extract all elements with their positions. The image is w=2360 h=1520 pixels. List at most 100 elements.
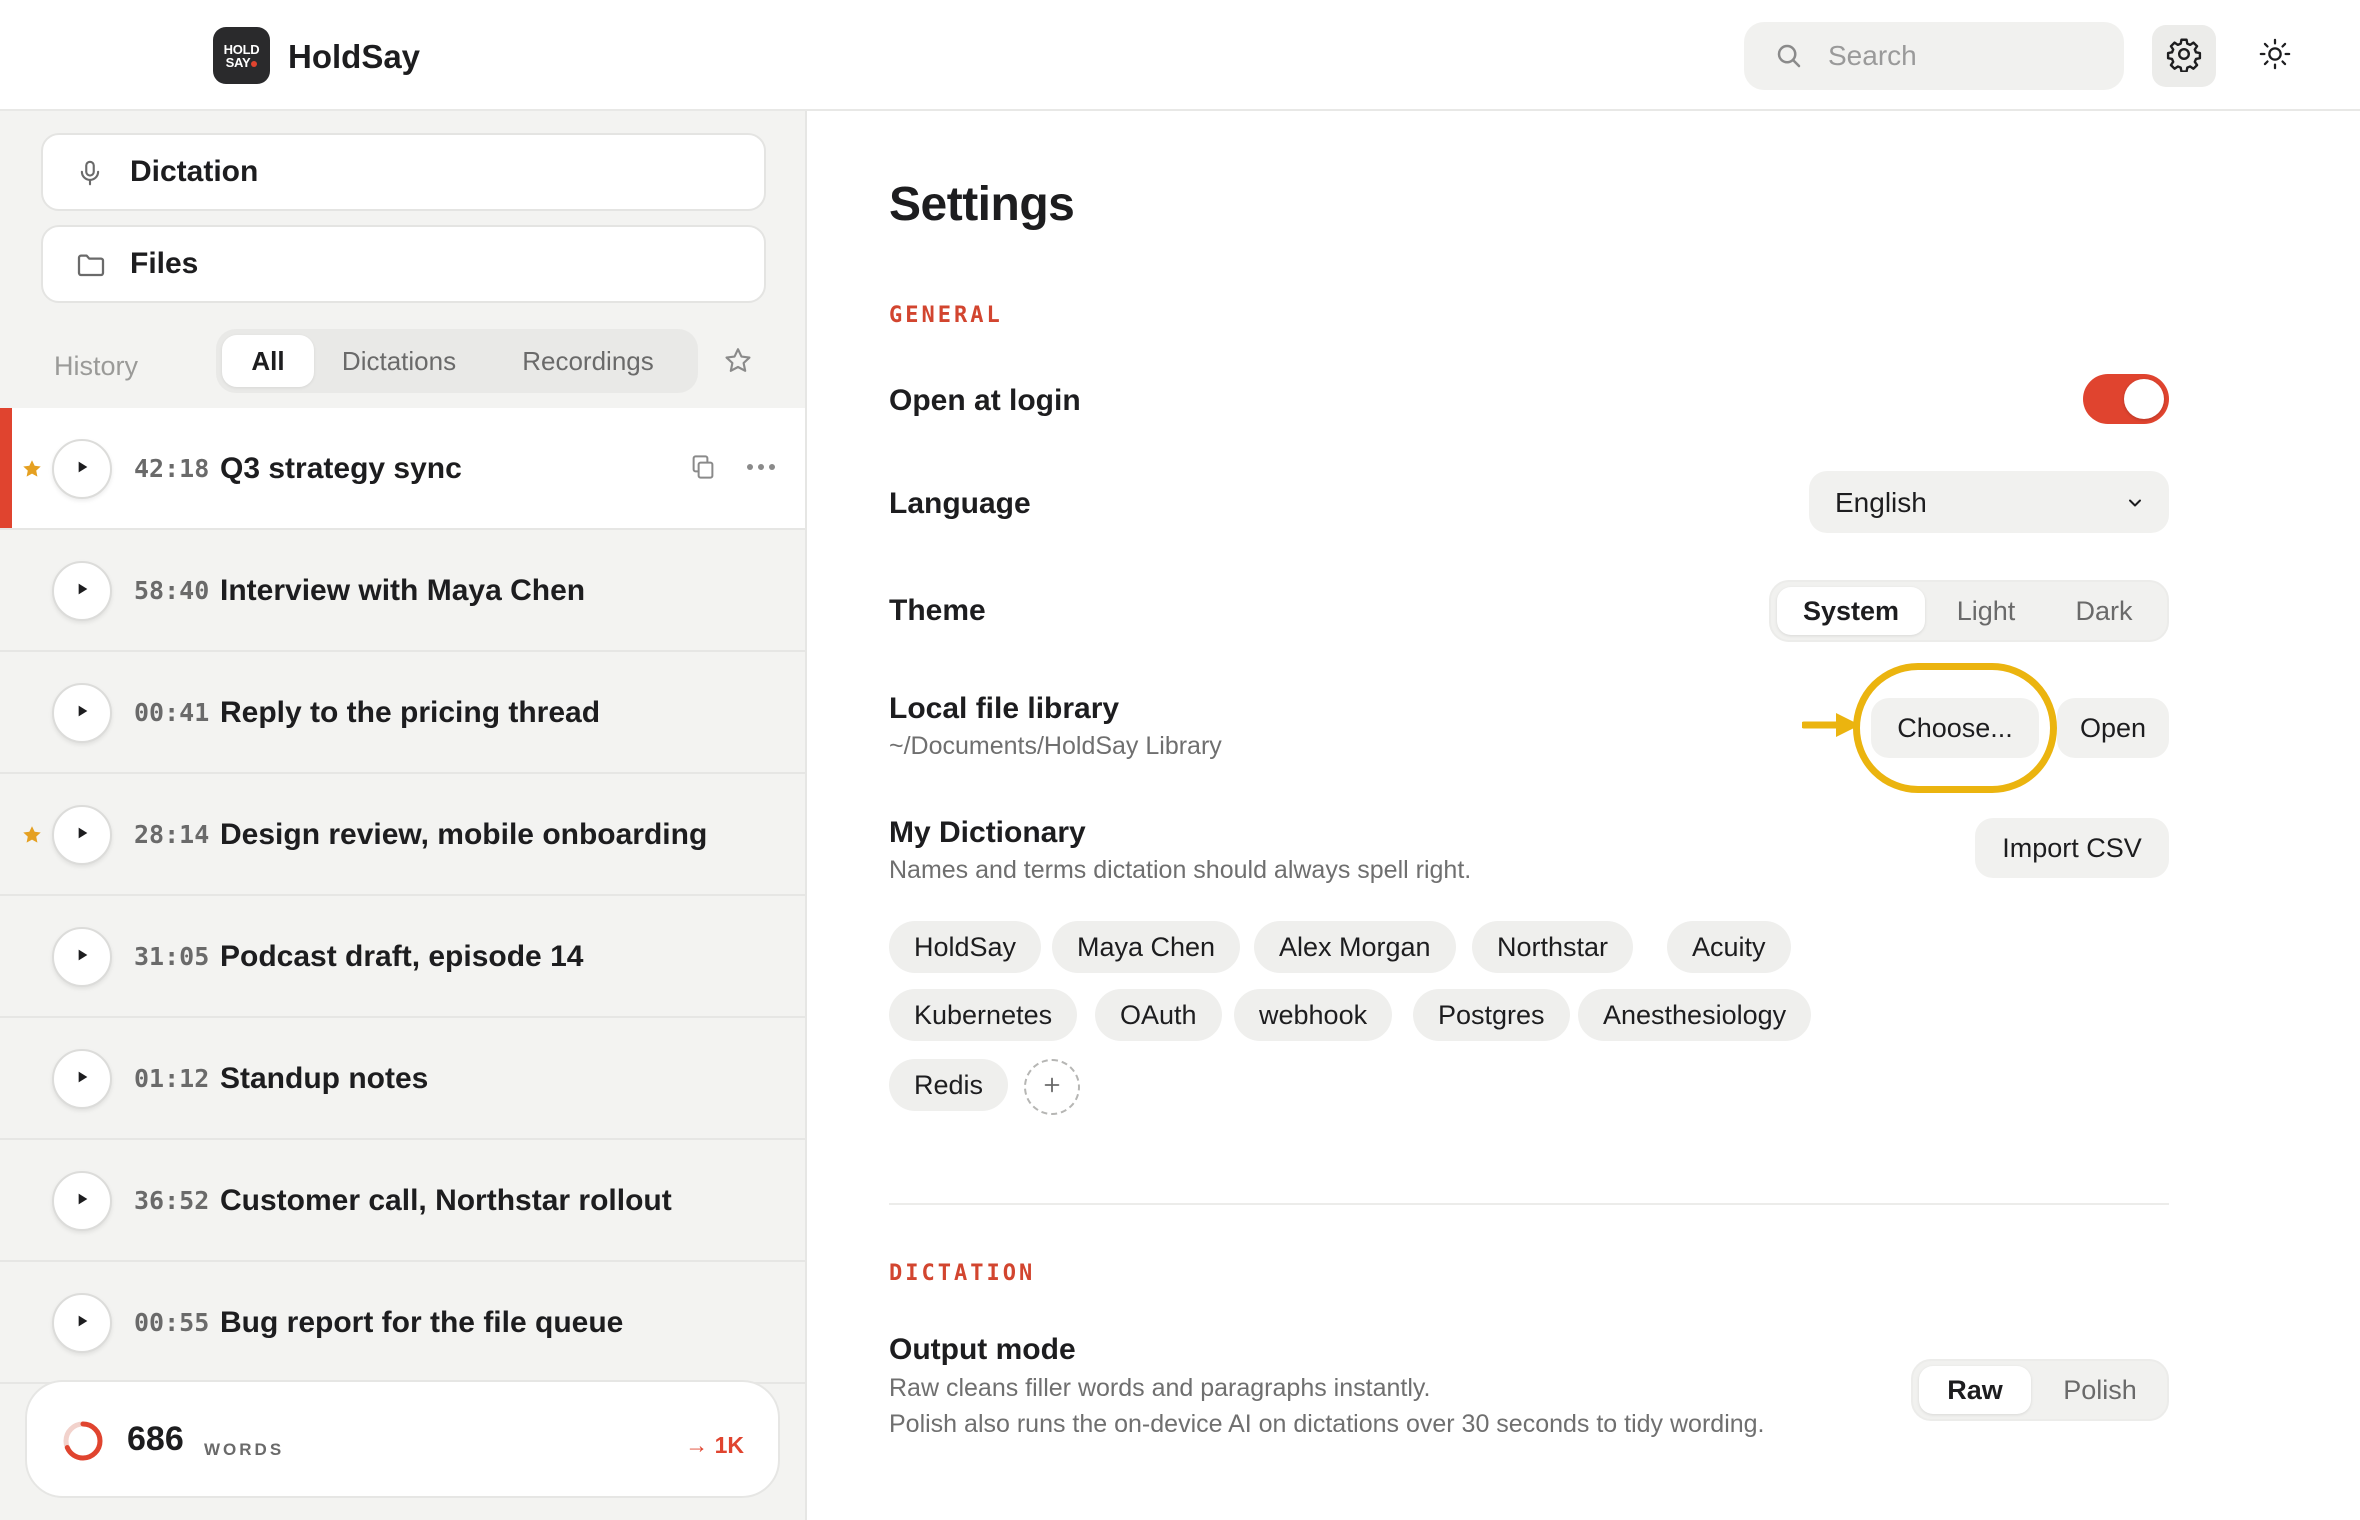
settings-button[interactable] <box>2152 25 2216 87</box>
section-general-label: GENERAL <box>889 303 1003 328</box>
star-filter-icon[interactable] <box>722 345 754 382</box>
search-box[interactable] <box>1744 22 2124 90</box>
item-title: Standup notes <box>220 1062 429 1095</box>
play-button[interactable] <box>52 683 112 743</box>
output-mode-segmented: Raw Polish <box>1911 1359 2169 1421</box>
dictionary-term-chip[interactable]: Postgres <box>1413 989 1570 1041</box>
dictionary-term-chip[interactable]: Acuity <box>1667 921 1791 973</box>
history-item[interactable]: 36:52 Customer call, Northstar rollout <box>0 1140 805 1262</box>
theme-option-light[interactable]: Light <box>1931 587 2041 635</box>
section-divider <box>889 1203 2169 1205</box>
play-button[interactable] <box>52 1171 112 1231</box>
page-title: Settings <box>889 178 1075 231</box>
output-mode-description-1: Raw cleans filler words and paragraphs i… <box>889 1374 1431 1402</box>
history-item[interactable]: 28:14 Design review, mobile onboarding <box>0 774 805 896</box>
chevron-down-icon <box>2125 493 2145 518</box>
library-title: Local file library <box>889 692 1120 725</box>
open-library-button[interactable]: Open <box>2057 698 2169 758</box>
play-icon <box>74 825 90 846</box>
output-mode-title: Output mode <box>889 1333 1076 1366</box>
settings-panel: Settings GENERAL Open at login Language … <box>809 111 2360 1520</box>
gear-icon <box>2166 36 2202 77</box>
item-title: Podcast draft, episode 14 <box>220 940 584 973</box>
dictionary-term-chip[interactable]: Anesthesiology <box>1578 989 1812 1041</box>
word-count: 686 <box>127 1420 184 1458</box>
dictionary-term-chip[interactable]: webhook <box>1234 989 1393 1041</box>
theme-segmented: System Light Dark <box>1769 580 2169 642</box>
theme-toggle-button[interactable] <box>2244 25 2306 87</box>
filter-dictations[interactable]: Dictations <box>324 335 474 387</box>
play-button[interactable] <box>52 1293 112 1353</box>
play-button[interactable] <box>52 561 112 621</box>
history-item[interactable]: 00:55 Bug report for the file queue <box>0 1262 805 1384</box>
dictionary-term-chip[interactable]: OAuth <box>1095 989 1222 1041</box>
nav-dictation-button[interactable]: Dictation <box>41 133 766 211</box>
dictionary-term-chip[interactable]: Alex Morgan <box>1254 921 1456 973</box>
theme-option-system[interactable]: System <box>1777 587 1925 635</box>
filter-recordings[interactable]: Recordings <box>484 335 692 387</box>
theme-option-dark[interactable]: Dark <box>2049 587 2159 635</box>
sidebar: Dictation Files History All Dictations R… <box>0 111 807 1520</box>
app-logo: HOLD SAY <box>213 27 270 84</box>
item-title: Customer call, Northstar rollout <box>220 1184 672 1217</box>
history-item[interactable]: 00:41 Reply to the pricing thread <box>0 652 805 774</box>
play-button[interactable] <box>52 927 112 987</box>
history-label: History <box>54 351 139 381</box>
plus-icon <box>1041 1074 1063 1101</box>
history-item[interactable]: 42:18 Q3 strategy sync <box>0 408 805 530</box>
dictionary-term-chip[interactable]: Redis <box>889 1059 1009 1111</box>
output-mode-raw[interactable]: Raw <box>1919 1366 2031 1414</box>
add-term-button[interactable] <box>1024 1059 1080 1115</box>
play-button[interactable] <box>52 439 112 499</box>
selected-indicator <box>0 408 12 528</box>
item-duration: 00:55 <box>134 1308 210 1337</box>
play-icon <box>74 459 90 480</box>
play-icon <box>74 1069 90 1090</box>
history-item[interactable]: 31:05 Podcast draft, episode 14 <box>0 896 805 1018</box>
word-goal: → 1K <box>685 1432 744 1458</box>
folder-icon <box>75 249 107 286</box>
item-title: Interview with Maya Chen <box>220 574 586 607</box>
star-icon <box>21 458 43 485</box>
word-count-unit: WORDS <box>204 1440 285 1459</box>
item-title: Design review, mobile onboarding <box>220 818 708 851</box>
play-icon <box>74 1191 90 1212</box>
section-dictation-label: DICTATION <box>889 1261 1036 1286</box>
play-icon <box>74 703 90 724</box>
dictionary-description: Names and terms dictation should always … <box>889 856 1472 884</box>
sun-icon <box>2258 37 2292 76</box>
copy-icon[interactable] <box>688 452 718 487</box>
item-duration: 58:40 <box>134 576 210 605</box>
open-at-login-toggle[interactable] <box>2083 374 2169 424</box>
item-duration: 42:18 <box>134 454 210 483</box>
play-icon <box>74 947 90 968</box>
microphone-icon <box>75 157 105 194</box>
star-icon <box>21 824 43 851</box>
history-item[interactable]: 58:40 Interview with Maya Chen <box>0 530 805 652</box>
play-button[interactable] <box>52 805 112 865</box>
history-item[interactable]: 01:12 Standup notes <box>0 1018 805 1140</box>
dictionary-term-chip[interactable]: Kubernetes <box>889 989 1078 1041</box>
history-filter: All Dictations Recordings <box>216 329 698 393</box>
item-duration: 31:05 <box>134 942 210 971</box>
filter-all[interactable]: All <box>222 335 314 387</box>
nav-dictation-label: Dictation <box>130 155 259 188</box>
item-title: Reply to the pricing thread <box>220 696 601 729</box>
output-mode-description-2: Polish also runs the on-device AI on dic… <box>889 1410 1765 1438</box>
theme-title: Theme <box>889 594 986 627</box>
language-value: English <box>1835 487 1927 518</box>
highlight-ring <box>1853 663 2057 793</box>
nav-files-button[interactable]: Files <box>41 225 766 303</box>
language-select[interactable]: English <box>1809 471 2169 533</box>
import-csv-button[interactable]: Import CSV <box>1975 818 2169 878</box>
language-title: Language <box>889 487 1031 520</box>
output-mode-polish[interactable]: Polish <box>2039 1366 2161 1414</box>
dictionary-term-chip[interactable]: Maya Chen <box>1052 921 1241 973</box>
search-icon <box>1774 41 1804 76</box>
search-input[interactable] <box>1828 22 2108 90</box>
play-button[interactable] <box>52 1049 112 1109</box>
dictionary-term-chip[interactable]: Northstar <box>1472 921 1634 973</box>
top-bar: HOLD SAY HoldSay <box>0 0 2360 111</box>
more-icon[interactable] <box>744 454 778 485</box>
dictionary-term-chip[interactable]: HoldSay <box>889 921 1042 973</box>
